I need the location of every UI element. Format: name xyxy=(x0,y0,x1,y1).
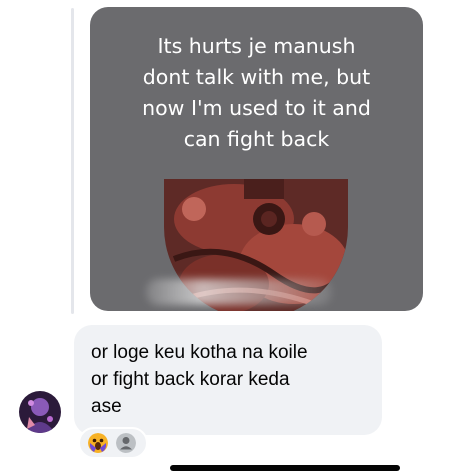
wow-reaction-icon[interactable] xyxy=(88,433,108,453)
person-icon[interactable] xyxy=(116,433,136,453)
reactions-bar[interactable] xyxy=(78,427,148,459)
shared-post-line: dont talk with me, but xyxy=(142,65,371,89)
message-line: or fight back korar keda xyxy=(91,369,290,390)
shared-post-line: Its hurts je manush xyxy=(157,34,356,58)
message-line: or loge keu kotha na koile xyxy=(91,342,308,363)
message-bubble[interactable]: or loge keu kotha na koile or fight back… xyxy=(74,325,382,435)
shared-post-line: can fight back xyxy=(183,127,330,151)
message-line: ase xyxy=(91,396,122,417)
shared-post-text: Its hurts je manush dont talk with me, b… xyxy=(90,31,423,155)
message-text: or loge keu kotha na koile or fight back… xyxy=(91,339,371,420)
avatar-image xyxy=(19,391,61,433)
shared-post-card[interactable]: Its hurts je manush dont talk with me, b… xyxy=(90,7,423,311)
shared-post-line: now I'm used to it and xyxy=(142,96,371,120)
blurred-caption xyxy=(146,279,332,305)
next-message-edge xyxy=(170,465,400,471)
avatar[interactable] xyxy=(19,391,61,433)
reply-thread-line xyxy=(71,8,74,314)
